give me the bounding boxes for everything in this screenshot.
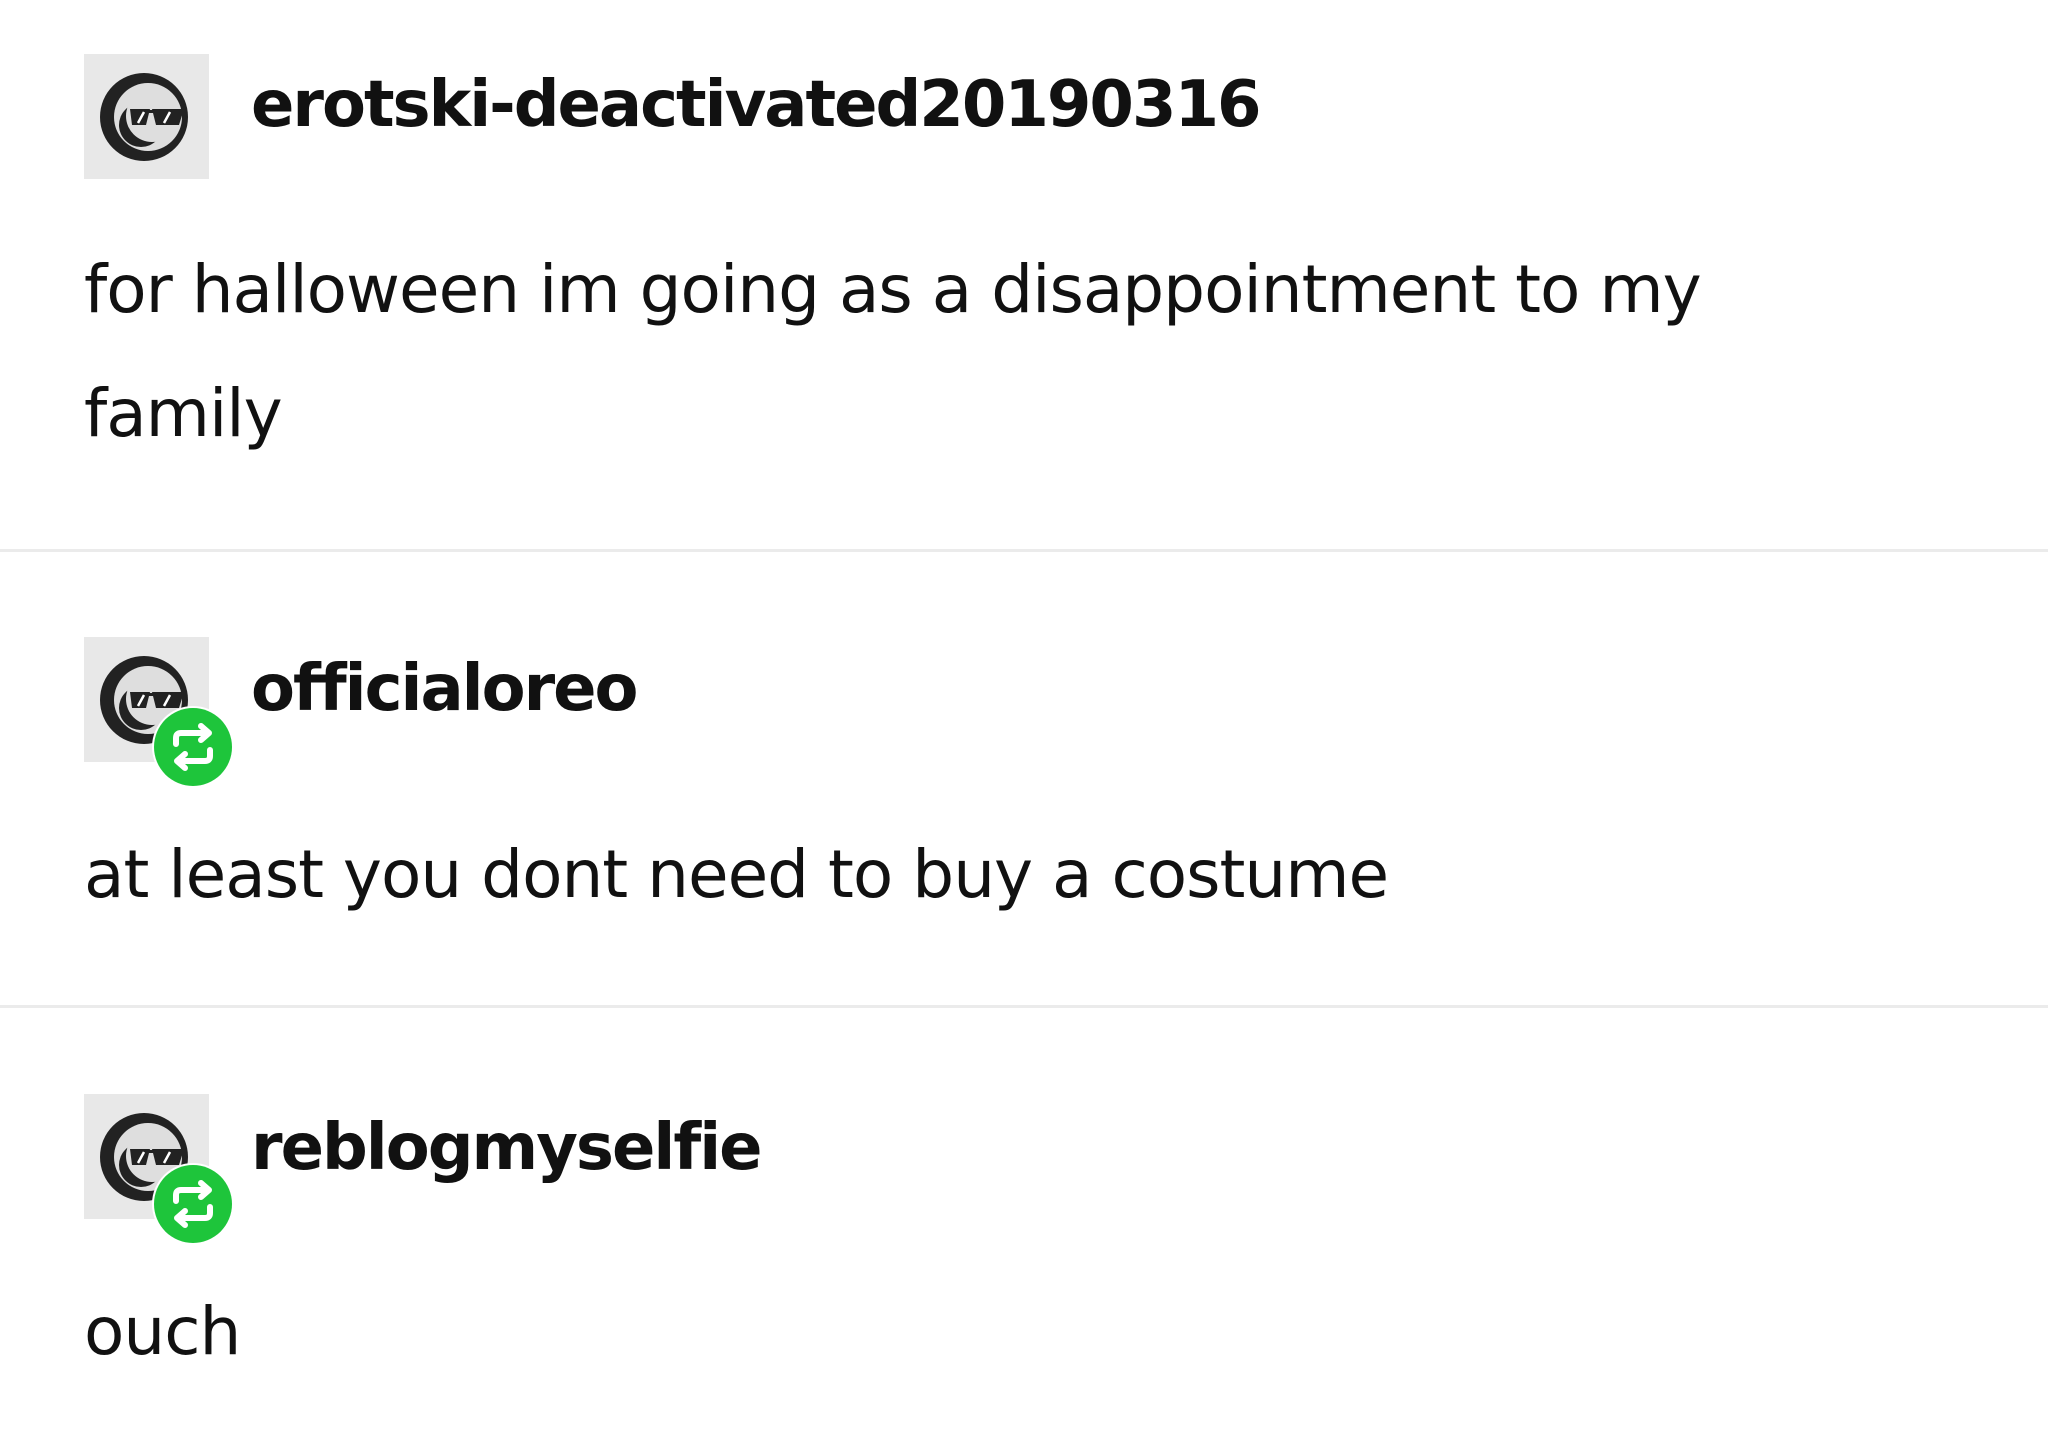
username-link[interactable]: officialoreo	[251, 652, 638, 726]
reblog-icon	[154, 1165, 232, 1243]
post-body: ouch	[84, 1270, 1984, 1394]
avatar[interactable]	[84, 54, 209, 179]
reblog-icon	[154, 708, 232, 786]
reblog-badge	[152, 1163, 234, 1245]
post-body-line: at least you dont need to buy a costume	[84, 836, 1389, 913]
username-link[interactable]: erotski-deactivated20190316	[251, 68, 1262, 142]
post-body-line: family	[84, 375, 283, 452]
reblog-thread: erotski-deactivated20190316 for hallowee…	[0, 0, 2048, 1431]
thread-post: erotski-deactivated20190316 for hallowee…	[0, 0, 2048, 550]
sunglasses-face-icon	[100, 73, 188, 161]
avatar[interactable]	[84, 1094, 234, 1245]
avatar-tile	[84, 54, 209, 179]
post-divider	[0, 549, 2048, 552]
post-body-line: for halloween im going as a disappointme…	[84, 251, 1702, 328]
post-body: for halloween im going as a disappointme…	[84, 228, 1984, 476]
thread-post: reblogmyselfie ouch	[0, 1008, 2048, 1431]
thread-post: officialoreo at least you dont need to b…	[0, 553, 2048, 1005]
reblog-badge	[152, 706, 234, 788]
username-link[interactable]: reblogmyselfie	[251, 1111, 763, 1185]
post-body: at least you dont need to buy a costume	[84, 813, 1984, 937]
post-body-line: ouch	[84, 1293, 241, 1370]
avatar[interactable]	[84, 637, 234, 788]
